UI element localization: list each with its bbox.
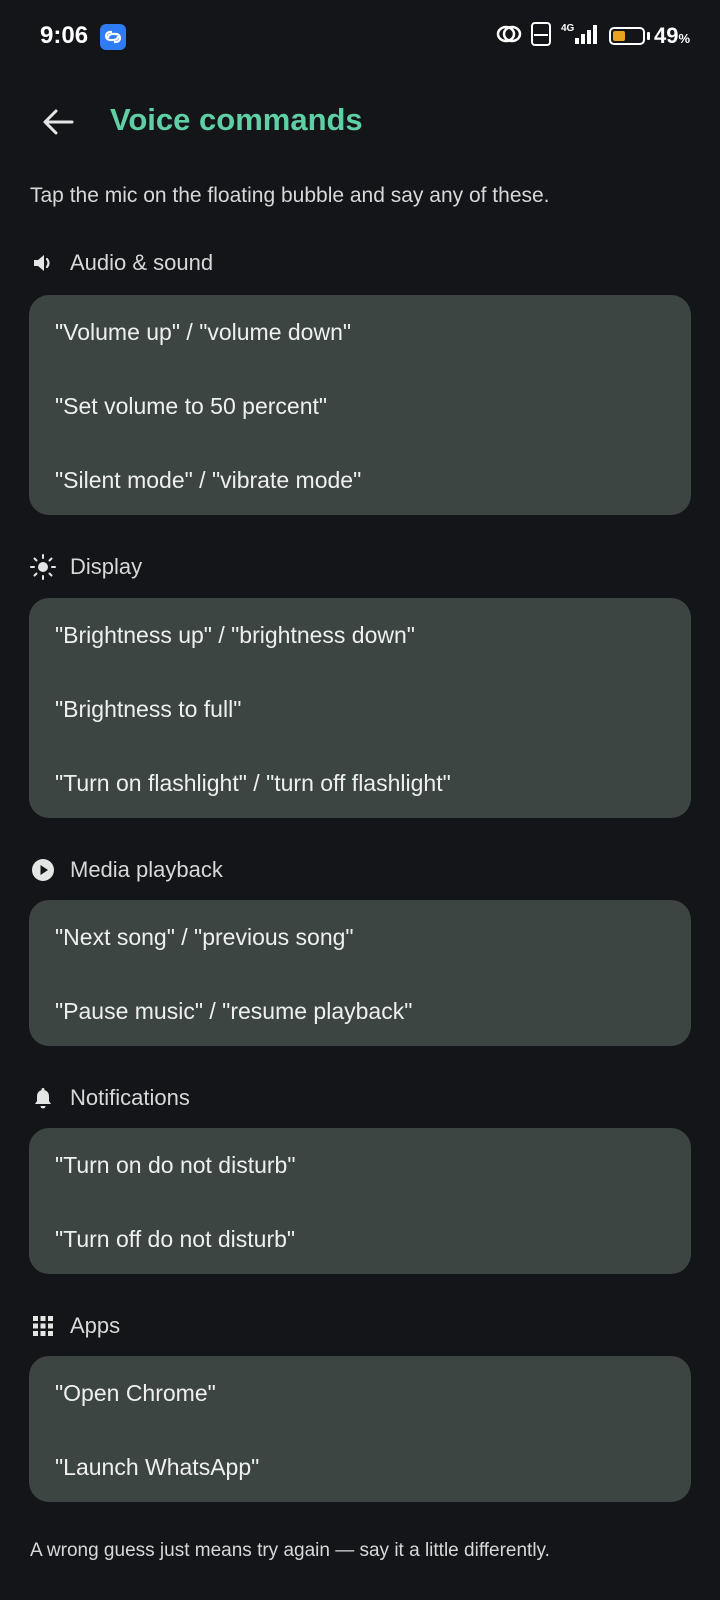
svg-text:4G: 4G	[561, 23, 575, 34]
command-item: "Open Chrome"	[55, 1380, 216, 1406]
battery-indicator: 49%	[608, 23, 690, 49]
app-notification-icon	[100, 24, 126, 50]
footer-hint: A wrong guess just means try again — say…	[30, 1540, 550, 1561]
section-label: Apps	[70, 1313, 121, 1338]
command-item: "Set volume to 50 percent"	[55, 393, 328, 419]
section-label: Display	[70, 554, 143, 579]
command-card-notifications: "Turn on do not disturb" "Turn off do no…	[29, 1128, 691, 1274]
section-label: Audio & sound	[70, 250, 214, 275]
command-item: "Turn off do not disturb"	[55, 1226, 296, 1252]
command-item: "Turn on do not disturb"	[55, 1152, 296, 1178]
signal-4g-icon: 4G	[559, 22, 601, 51]
battery-icon	[608, 27, 645, 45]
command-item: "Next song" / "previous song"	[55, 924, 354, 950]
command-card-media: "Next song" / "previous song" "Pause mus…	[29, 900, 691, 1046]
status-bar: 9:06 4G 49%	[0, 0, 720, 72]
command-item: "Brightness to full"	[55, 696, 242, 722]
command-item: "Pause music" / "resume playback"	[55, 998, 413, 1024]
command-item: "Silent mode" / "vibrate mode"	[55, 467, 362, 493]
command-item: "Volume up" / "volume down"	[55, 319, 352, 345]
volte-icon	[530, 21, 551, 51]
command-item: "Brightness up" / "brightness down"	[55, 622, 415, 648]
bell-icon	[30, 1085, 56, 1111]
link-icon	[495, 23, 523, 50]
section-label: Notifications	[70, 1085, 190, 1110]
command-item: "Launch WhatsApp"	[55, 1454, 260, 1480]
brightness-icon	[30, 554, 56, 580]
page-title: Voice commands	[110, 102, 363, 137]
arrow-left-icon	[38, 109, 78, 146]
command-card-display: "Brightness up" / "brightness down" "Bri…	[29, 598, 691, 818]
section-header-apps: Apps	[30, 1311, 120, 1341]
command-item: "Turn on flashlight" / "turn off flashli…	[55, 770, 451, 796]
section-header-display: Display	[30, 552, 142, 582]
section-header-notifications: Notifications	[30, 1083, 190, 1113]
battery-percent: 49	[653, 23, 679, 48]
status-time: 9:06	[40, 22, 89, 49]
speaker-icon	[30, 250, 56, 276]
intro-text: Tap the mic on the floating bubble and s…	[30, 184, 550, 207]
section-header-audio: Audio & sound	[30, 248, 213, 278]
apps-grid-icon	[30, 1313, 56, 1339]
command-card-apps: "Open Chrome" "Launch WhatsApp"	[29, 1356, 691, 1502]
section-header-media: Media playback	[30, 855, 223, 885]
section-label: Media playback	[70, 857, 223, 882]
play-circle-icon	[30, 857, 56, 883]
command-card-audio: "Volume up" / "volume down" "Set volume …	[29, 295, 691, 515]
back-button[interactable]	[38, 102, 78, 142]
battery-unit: %	[678, 31, 690, 46]
